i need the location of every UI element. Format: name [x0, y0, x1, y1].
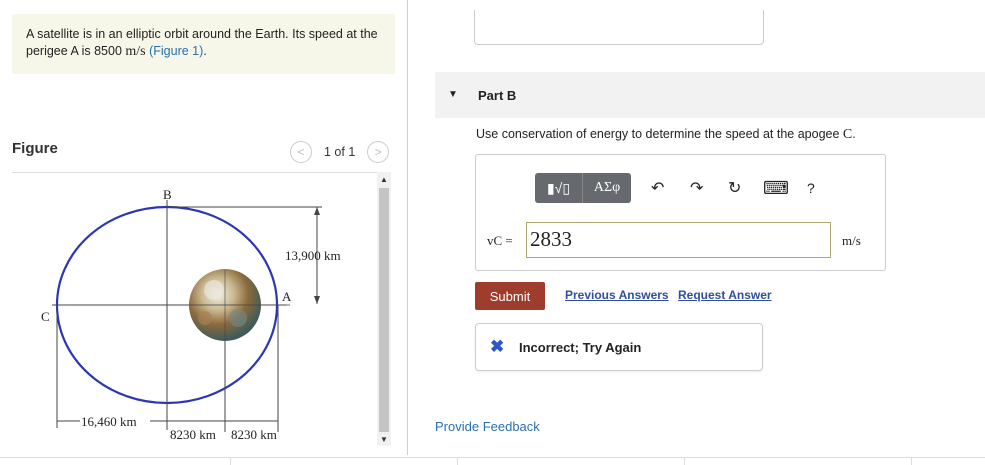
provide-feedback-link[interactable]: Provide Feedback — [435, 419, 540, 434]
question-variable: C — [842, 127, 853, 142]
scroll-thumb[interactable] — [379, 188, 389, 432]
scroll-down-icon[interactable]: ▼ — [380, 435, 388, 444]
greek-icon: AΣφ — [593, 180, 621, 195]
bottom-tick-2 — [457, 457, 458, 465]
math-toolbar: ▮√▯ AΣφ — [535, 173, 631, 203]
redo-icon[interactable]: ↷ — [690, 178, 703, 198]
bottom-tick-3 — [684, 457, 685, 465]
keyboard-icon[interactable]: ⌨ — [763, 178, 789, 199]
question-suffix: . — [852, 127, 856, 141]
label-height: 13,900 km — [285, 248, 341, 263]
orbit-diagram — [52, 200, 322, 432]
label-C: C — [41, 309, 50, 324]
question-text: Use conservation of energy to determine … — [476, 127, 856, 143]
undo-icon[interactable]: ↶ — [651, 178, 664, 198]
label-B: B — [163, 187, 172, 202]
feedback-text: Incorrect; Try Again — [519, 340, 642, 355]
label-mid-dist-2: 8230 km — [231, 427, 277, 442]
earth-ocean-1 — [229, 309, 247, 327]
collapse-triangle-icon[interactable]: ▼ — [448, 89, 458, 100]
sqrt-template-icon: ▮√▯ — [546, 179, 571, 196]
pane-divider — [407, 0, 408, 455]
bottom-tick-4 — [911, 457, 912, 465]
left-pane: A satellite is in an elliptic orbit arou… — [0, 0, 408, 465]
part-b-label: Part B — [478, 88, 517, 103]
arrowhead-down — [314, 296, 320, 304]
answer-input[interactable]: 2833 — [526, 222, 831, 258]
bottom-rule — [0, 457, 985, 458]
label-mid-dist-1: 8230 km — [170, 427, 216, 442]
bottom-tick-1 — [230, 457, 231, 465]
label-left-dist: 16,460 km — [81, 414, 137, 429]
previous-answers-link[interactable]: Previous Answers — [565, 288, 669, 302]
earth-cloud-1 — [204, 280, 224, 300]
part-b-header[interactable] — [435, 72, 985, 118]
reset-icon[interactable]: ↻ — [728, 178, 741, 198]
figure-scrollbar[interactable]: ▲ ▼ — [377, 172, 391, 446]
request-answer-link[interactable]: Request Answer — [678, 288, 772, 302]
scroll-up-icon[interactable]: ▲ — [380, 175, 388, 184]
submit-button[interactable]: Submit — [475, 282, 545, 310]
greek-symbols-button[interactable]: AΣφ — [583, 173, 631, 203]
answer-units: m/s — [842, 233, 861, 248]
label-A: A — [282, 289, 292, 304]
previous-part-box — [474, 10, 764, 45]
question-prefix: Use conservation of energy to determine … — [476, 127, 843, 141]
earth-land-1 — [198, 311, 212, 325]
help-icon[interactable]: ? — [807, 180, 815, 196]
arrowhead-up — [314, 207, 320, 215]
templates-button[interactable]: ▮√▯ — [535, 173, 583, 203]
answer-variable-label: vC = — [487, 233, 513, 248]
incorrect-x-icon: ✖ — [490, 337, 505, 356]
